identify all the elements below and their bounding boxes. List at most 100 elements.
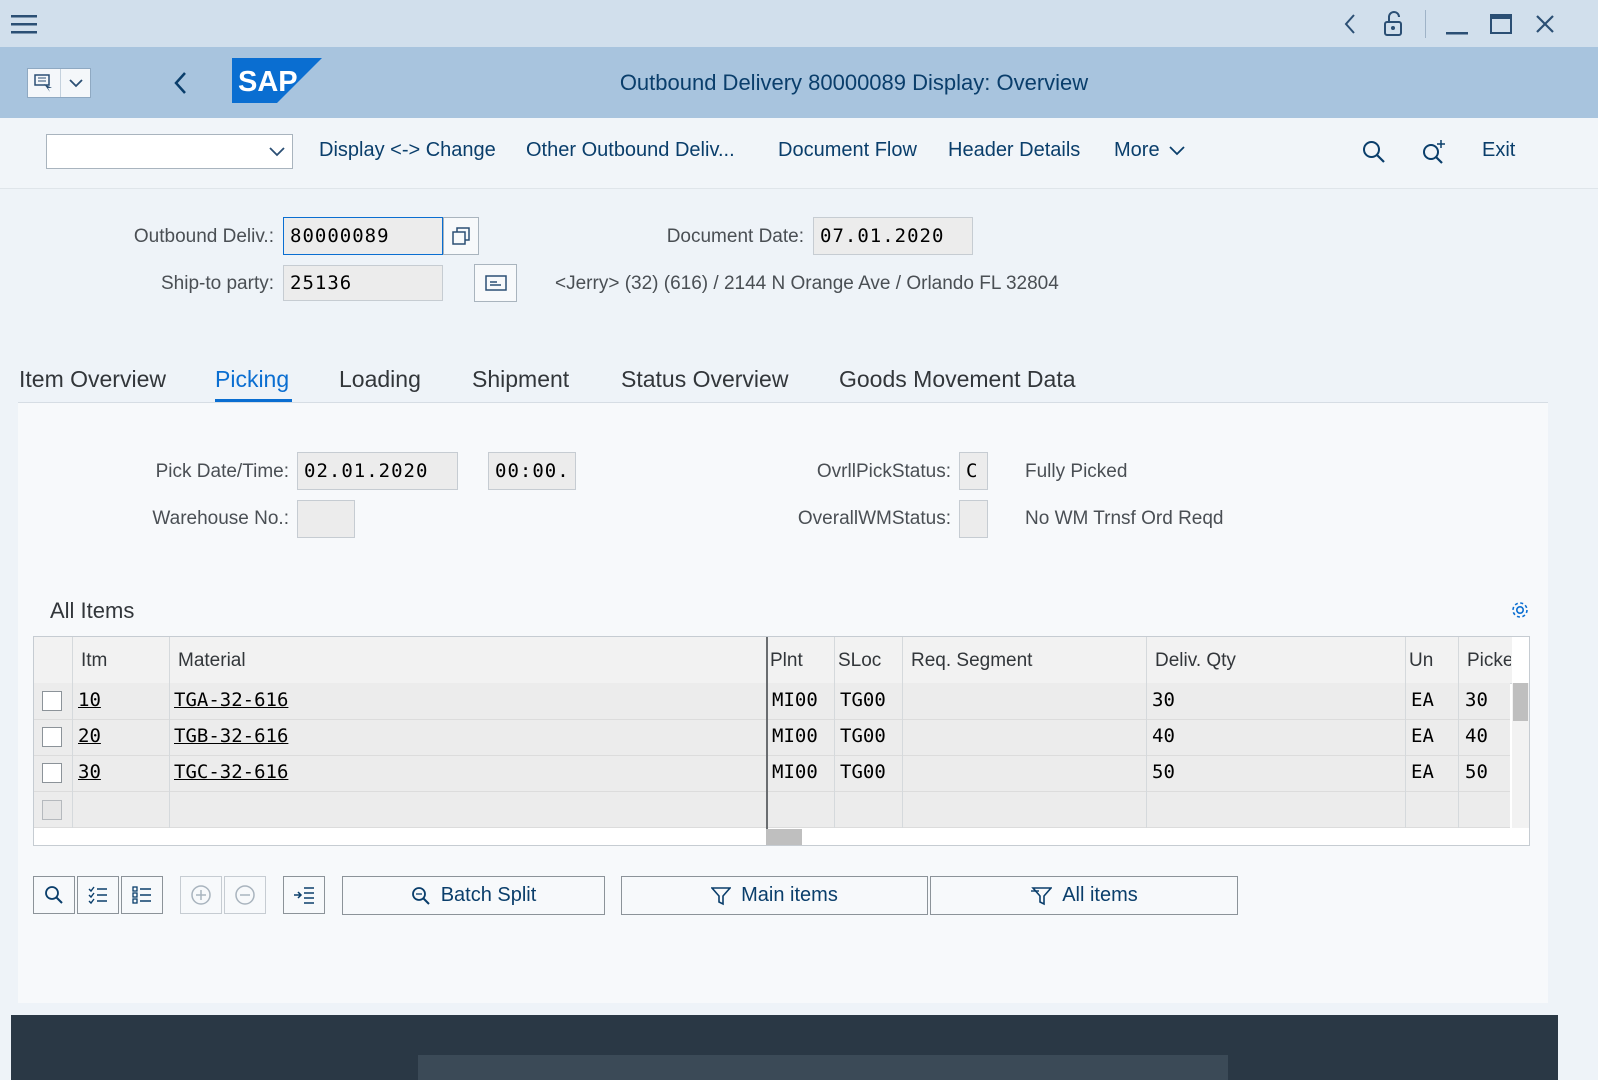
material-link[interactable]: TGA-32-616 (174, 689, 288, 711)
tab-goods-movement-data[interactable]: Goods Movement Data (839, 366, 1076, 393)
delete-row-button[interactable] (224, 876, 266, 914)
select-all-button[interactable] (77, 876, 119, 914)
close-icon[interactable] (1530, 0, 1560, 47)
ship-to-label: Ship-to party: (161, 273, 274, 294)
vertical-scrollbar-thumb[interactable] (1513, 683, 1528, 721)
all-items-button[interactable]: All items (930, 876, 1238, 915)
batch-split-button[interactable]: Batch Split (342, 876, 605, 915)
column-header-req-segment[interactable]: Req. Segment (911, 650, 1032, 672)
column-divider (72, 637, 73, 828)
fixed-column-divider (766, 637, 768, 845)
overall-wm-status-field[interactable] (959, 500, 988, 538)
document-flow-button[interactable]: Document Flow (778, 139, 917, 162)
column-divider (902, 637, 903, 828)
plant-cell[interactable]: MI00 (772, 689, 818, 711)
unlock-icon[interactable] (1378, 0, 1408, 47)
details-button[interactable] (33, 876, 75, 914)
maximize-icon[interactable] (1486, 0, 1516, 47)
sloc-cell[interactable]: TG00 (840, 725, 886, 747)
column-header-un[interactable]: Un (1409, 650, 1433, 672)
add-row-button[interactable] (180, 876, 222, 914)
column-header-material[interactable]: Material (178, 650, 246, 672)
tab-shipment[interactable]: Shipment (472, 366, 569, 393)
titlebar-divider (1425, 10, 1426, 38)
hamburger-icon[interactable] (6, 0, 42, 47)
outbound-deliv-label: Outbound Deliv.: (133, 226, 274, 247)
pick-time-field[interactable]: 00:00. (488, 452, 576, 490)
display-change-button[interactable]: Display <-> Change (319, 139, 496, 162)
page-title: Outbound Delivery 80000089 Display: Over… (619, 69, 1089, 95)
settings-gear-icon[interactable] (1510, 600, 1532, 622)
ovrl-pick-status-field[interactable]: C (959, 452, 988, 490)
column-header-plnt[interactable]: Plnt (770, 650, 803, 672)
main-items-label: Main items (741, 884, 838, 906)
column-divider (1458, 637, 1459, 828)
copy-icon[interactable] (443, 217, 479, 255)
plant-cell[interactable]: MI00 (772, 725, 818, 747)
sloc-cell[interactable]: TG00 (840, 689, 886, 711)
table-title: All Items (50, 598, 135, 623)
okcode-dropdown[interactable] (46, 134, 293, 169)
chevron-down-icon (1168, 145, 1185, 155)
material-link[interactable]: TGC-32-616 (174, 761, 288, 783)
item-number-link[interactable]: 10 (78, 689, 101, 711)
deliv-qty-cell[interactable]: 50 (1152, 761, 1175, 783)
column-divider (834, 637, 835, 828)
picked-qty-cell[interactable]: 40 (1465, 725, 1488, 747)
address-card-icon[interactable] (474, 264, 517, 302)
ovrl-pick-status-label: OvrllPickStatus: (816, 461, 951, 482)
column-header-picked[interactable]: Picke (1467, 650, 1511, 672)
row-select-checkbox[interactable] (42, 727, 62, 747)
minus-circle-icon (235, 885, 255, 905)
row-select-checkbox[interactable] (42, 763, 62, 783)
deselect-all-button[interactable] (121, 876, 163, 914)
exit-button[interactable]: Exit (1482, 139, 1515, 162)
batch-split-label: Batch Split (440, 884, 537, 906)
tab-loading[interactable]: Loading (339, 366, 421, 393)
chevron-down-icon (269, 147, 285, 157)
column-header-deliv-qty[interactable]: Deliv. Qty (1155, 650, 1236, 672)
unit-cell[interactable]: EA (1411, 689, 1434, 711)
search-next-icon[interactable] (1421, 139, 1449, 167)
material-link[interactable]: TGB-32-616 (174, 725, 288, 747)
vertical-scrollbar[interactable] (1512, 683, 1529, 828)
ship-to-field[interactable]: 25136 (283, 265, 443, 301)
sloc-cell[interactable]: TG00 (840, 761, 886, 783)
plant-cell[interactable]: MI00 (772, 761, 818, 783)
overall-wm-status-text: No WM Trnsf Ord Reqd (1025, 508, 1224, 529)
deliv-qty-cell[interactable]: 40 (1152, 725, 1175, 747)
pick-date-field[interactable]: 02.01.2020 (297, 452, 458, 490)
item-number-link[interactable]: 30 (78, 761, 101, 783)
indent-icon (294, 887, 314, 904)
item-number-link[interactable]: 20 (78, 725, 101, 747)
more-menu-button[interactable]: More (1114, 139, 1186, 162)
other-outbound-delivery-button[interactable]: Other Outbound Deliv... (526, 139, 735, 162)
unit-cell[interactable]: EA (1411, 725, 1434, 747)
deliv-qty-cell[interactable]: 30 (1152, 689, 1175, 711)
document-date-field[interactable]: 07.01.2020 (813, 217, 973, 255)
tab-status-overview[interactable]: Status Overview (621, 366, 788, 393)
unit-cell[interactable]: EA (1411, 761, 1434, 783)
picked-qty-cell[interactable]: 30 (1465, 689, 1488, 711)
back-arrow-icon[interactable] (1336, 0, 1364, 47)
outbound-deliv-field[interactable]: 80000089 (283, 217, 443, 255)
column-header-sloc[interactable]: SLoc (838, 650, 881, 672)
column-header-itm[interactable]: Itm (81, 650, 107, 672)
all-items-label: All items (1062, 884, 1138, 906)
row-divider (34, 791, 1510, 792)
column-divider (1405, 637, 1406, 828)
header-details-button[interactable]: Header Details (948, 139, 1080, 162)
magnifier-icon (45, 886, 63, 904)
search-icon[interactable] (1362, 140, 1388, 166)
row-select-checkbox[interactable] (42, 800, 62, 820)
warehouse-field[interactable] (297, 500, 355, 538)
picked-qty-cell[interactable]: 50 (1465, 761, 1488, 783)
ovrl-pick-status-text: Fully Picked (1025, 461, 1128, 482)
tab-picking[interactable]: Picking (215, 366, 289, 393)
row-select-checkbox[interactable] (42, 691, 62, 711)
main-items-button[interactable]: Main items (621, 876, 928, 915)
horizontal-scrollbar-thumb[interactable] (766, 829, 802, 845)
minimize-icon[interactable] (1442, 0, 1472, 47)
indent-button[interactable] (283, 876, 325, 914)
tab-item-overview[interactable]: Item Overview (19, 366, 166, 393)
